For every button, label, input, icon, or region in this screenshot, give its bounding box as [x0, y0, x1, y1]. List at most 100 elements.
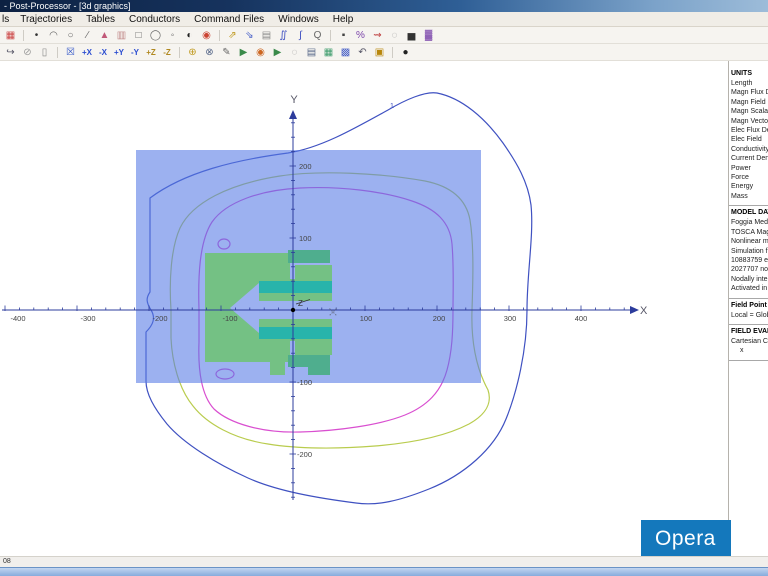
play-alt-icon[interactable]: ▶ — [270, 45, 285, 60]
menu-item-windows[interactable]: Windows — [271, 12, 326, 27]
panel-item: Activated in — [731, 284, 768, 293]
volume-integral-icon[interactable]: ∬ — [276, 28, 291, 43]
arc-icon[interactable]: ◠ — [46, 28, 61, 43]
dark-panel-icon[interactable]: ▪ — [336, 28, 351, 43]
color-wheel-icon[interactable]: ◉ — [253, 45, 268, 60]
magnet-bottom-coil — [259, 327, 332, 339]
title-bar: - Post-Processor - [3d graphics] — [0, 0, 768, 12]
toolbar-separator — [23, 30, 24, 41]
x-tick-label: -200 — [152, 314, 167, 323]
color-ring-icon[interactable]: ◉ — [199, 28, 214, 43]
status-text: 08 — [3, 558, 11, 565]
window-title: - Post-Processor - [3d graphics] — [4, 1, 131, 11]
magnet-bottom-right-block — [295, 341, 332, 355]
gray-ring-icon[interactable]: ◌ — [387, 28, 402, 43]
database-icon[interactable]: ▣ — [372, 45, 387, 60]
boxed-chart-icon[interactable]: ▩ — [338, 45, 353, 60]
panel-item: Elec Field — [731, 135, 768, 144]
trajectory-gold-icon[interactable]: ⇗ — [225, 28, 240, 43]
minus-z-icon[interactable]: -Z — [160, 45, 174, 60]
grid-table-icon[interactable]: ▤ — [259, 28, 274, 43]
panel-item: Nonlinear ma — [731, 237, 768, 246]
panel-section-units: UNITSLengthMagn Flux DMagn FieldMagn Sca… — [729, 67, 768, 206]
panel-item: TOSCA Magn — [731, 228, 768, 237]
percent-icon[interactable]: % — [353, 28, 368, 43]
small-circle-icon[interactable]: ◦ — [165, 28, 180, 43]
menu-item-ls[interactable]: ls — [0, 12, 13, 27]
panel-item: Power — [731, 164, 768, 173]
record-icon[interactable]: ● — [398, 45, 413, 60]
block-icon[interactable]: ▥ — [114, 28, 129, 43]
track-red-icon[interactable]: ⇝ — [370, 28, 385, 43]
bar-chart-icon[interactable]: ▅ — [404, 28, 419, 43]
x-axis-arrow — [630, 306, 639, 314]
shaded-sphere-icon[interactable]: ◐ — [182, 28, 197, 43]
panel-item: Force — [731, 173, 768, 182]
panel-item: Energy — [731, 182, 768, 191]
menu-item-help[interactable]: Help — [326, 12, 361, 27]
toolbar-separator — [219, 30, 220, 41]
rectangle-icon[interactable]: □ — [131, 28, 146, 43]
y-tick-label: -200 — [297, 450, 312, 459]
panel-item: Elec Flux De — [731, 126, 768, 135]
view-x-box-icon[interactable]: ☒ — [63, 45, 78, 60]
point-icon[interactable]: • — [29, 28, 44, 43]
circle-icon[interactable]: ○ — [63, 28, 78, 43]
magnifier-icon[interactable]: Q — [310, 28, 325, 43]
origin-z-label: Z — [298, 299, 303, 308]
panel-item: Mass — [731, 192, 768, 201]
view-sphere-icon[interactable]: ⊗ — [202, 45, 217, 60]
panel-item: 2027707 no — [731, 265, 768, 274]
x-tick-label: 300 — [504, 314, 517, 323]
x-tick-label: -100 — [222, 314, 237, 323]
panel-section-title: FIELD EVAL — [731, 327, 768, 337]
menu-bar: lsTrajectoriesTablesConductorsCommand Fi… — [0, 12, 768, 27]
opera-logo: Opera — [641, 520, 731, 557]
menu-item-command-files[interactable]: Command Files — [187, 12, 271, 27]
graphics-canvas[interactable]: 1 -400 -300 -200 -100 100 200 300 400 20… — [0, 61, 728, 556]
panel-section-model-data: MODEL DATAFoggia MedigTOSCA MagnNonlinea… — [729, 206, 768, 298]
menu-item-trajectories[interactable]: Trajectories — [13, 12, 79, 27]
y-axis-name: Y — [290, 94, 298, 106]
cursor-icon[interactable]: ↪ — [3, 45, 18, 60]
plus-z-icon[interactable]: +Z — [144, 45, 158, 60]
toolbar-separator — [330, 30, 331, 41]
cone-icon[interactable]: ▲ — [97, 28, 112, 43]
y-tick-label: -100 — [297, 378, 312, 387]
x-tick-label: 200 — [433, 314, 446, 323]
undo-icon[interactable]: ↶ — [355, 45, 370, 60]
plus-x-icon[interactable]: +X — [80, 45, 94, 60]
plot-canvas: 1 -400 -300 -200 -100 100 200 300 400 20… — [0, 61, 728, 556]
plus-y-icon[interactable]: +Y — [112, 45, 126, 60]
minus-y-icon[interactable]: -Y — [128, 45, 142, 60]
menu-item-conductors[interactable]: Conductors — [122, 12, 187, 27]
histogram-icon[interactable]: ▓ — [421, 28, 436, 43]
globe-icon[interactable]: ⊕ — [185, 45, 200, 60]
x-tick-label: -400 — [10, 314, 25, 323]
panel-item: Current Den — [731, 154, 768, 163]
panel-section-title: UNITS — [731, 69, 768, 79]
panel-item: Magn Vector — [731, 117, 768, 126]
toolbar-row-1: ▦ •◠○∕▲▥□◯◦◐◉ ⇗⇘▤∬∫Q ▪%⇝◌▅▓ — [0, 27, 768, 44]
panel-item: Nodally inter — [731, 275, 768, 284]
ring-icon[interactable]: ◌ — [287, 45, 302, 60]
legend-icon[interactable]: ▦ — [321, 45, 336, 60]
magnet-top-dark-block — [288, 250, 330, 263]
chart-icon[interactable]: ▤ — [304, 45, 319, 60]
toolbar-row-2: ↪⊘▯☒+X-X+Y-Y+Z-Z⊕⊗✎▶◉▶◌▤▦▩↶▣● — [0, 44, 768, 61]
color-grid-icon[interactable]: ▦ — [3, 28, 18, 43]
panel-item: Simulation fil — [731, 247, 768, 256]
x-tick-label: 100 — [360, 314, 373, 323]
panel-section-title: Field Point — [731, 301, 768, 311]
pencil-icon[interactable]: ✎ — [219, 45, 234, 60]
trajectory-blue-icon[interactable]: ⇘ — [242, 28, 257, 43]
minus-x-icon[interactable]: -X — [96, 45, 110, 60]
document-icon[interactable]: ▯ — [37, 45, 52, 60]
menu-item-tables[interactable]: Tables — [79, 12, 122, 27]
line-icon[interactable]: ∕ — [80, 28, 95, 43]
panel-item: Conductivity — [731, 145, 768, 154]
ellipse-icon[interactable]: ◯ — [148, 28, 163, 43]
eraser-icon[interactable]: ⊘ — [20, 45, 35, 60]
line-integral-icon[interactable]: ∫ — [293, 28, 308, 43]
play-icon[interactable]: ▶ — [236, 45, 251, 60]
